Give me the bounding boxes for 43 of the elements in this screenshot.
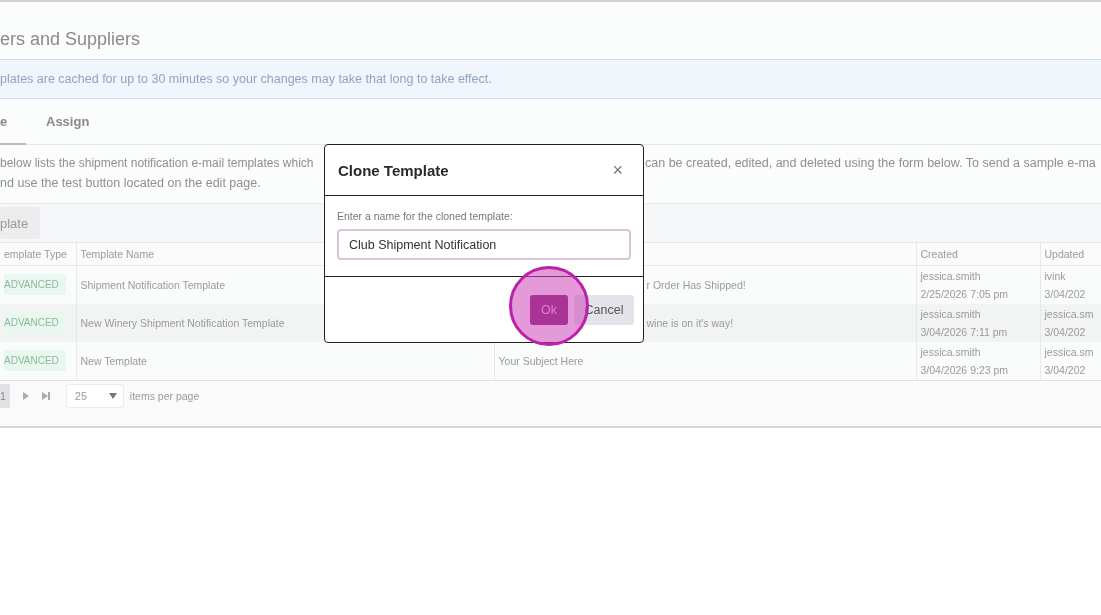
table-cell: New Winery Shipment Notification Template — [80, 316, 285, 329]
table-cell-text: jessica.smith — [920, 306, 982, 322]
table-cell-text: jessica.smith — [920, 344, 982, 360]
table-cell-text: ivink — [1044, 268, 1067, 284]
table-cell-text: jessica.sm — [1044, 306, 1095, 322]
table-cell: New Template — [80, 354, 147, 367]
dialog-title: Clone Template — [338, 161, 449, 179]
last-page-icon[interactable] — [41, 392, 50, 400]
column-header: Updated — [1040, 242, 1101, 266]
type-badge: ADVANCED — [4, 350, 66, 371]
type-badge: ADVANCED — [4, 274, 66, 296]
description-text: can be created, edited, and deleted using the form below. To send a sample e-ma — [645, 155, 1096, 172]
field-label: Enter a name for the cloned template: — [337, 210, 514, 222]
table-cell: Shipment Notification Template — [80, 278, 226, 291]
table-cell-text: jessica.smith — [920, 268, 982, 284]
cache-notice: plates are cached for up to 30 minutes so your changes may take that long to take effect. — [0, 59, 1101, 99]
new-template-button[interactable]: plate — [0, 207, 41, 239]
column-header: emplate Type — [0, 242, 76, 266]
table-cell-text: 3/04/202 — [1044, 362, 1087, 378]
page-button[interactable]: 1 — [0, 384, 10, 408]
table-cell-text: 3/04/202 — [1044, 286, 1087, 302]
tab[interactable]: e — [0, 99, 26, 145]
table-cell-text: 3/04/2026 7:11 pm — [920, 324, 1009, 340]
table-cell-text: 2/25/2026 7:05 pm — [920, 286, 1010, 302]
caret-icon — [108, 393, 117, 399]
tab[interactable]: Assign — [36, 99, 100, 145]
next-page-icon[interactable] — [21, 392, 30, 400]
column-header: Created — [916, 242, 1040, 266]
table-cell: wine is on it's way! — [646, 316, 734, 329]
type-badge: ADVANCED — [4, 312, 66, 333]
template-name-field[interactable]: Club Shipment Notification — [337, 229, 631, 260]
description-text: nd use the test button located on the edit page. — [0, 176, 261, 190]
close-button[interactable]: × — [612, 161, 623, 179]
table-cell-text: jessica.sm — [1044, 344, 1095, 360]
ok-button[interactable]: Ok — [530, 294, 568, 325]
per-page-label: items per page — [129, 390, 200, 402]
table-cell-text: 3/04/2026 9:23 pm — [920, 362, 1010, 378]
table-cell-text: 3/04/202 — [1044, 324, 1087, 340]
table-cell: r Order Has Shipped! — [646, 278, 746, 291]
page-title: ers and Suppliers — [0, 28, 142, 51]
per-page-select[interactable]: 25 — [65, 384, 124, 408]
table-cell: Your Subject Here — [498, 354, 584, 367]
description-text: below lists the shipment notification e-mail templates which — [0, 155, 315, 172]
